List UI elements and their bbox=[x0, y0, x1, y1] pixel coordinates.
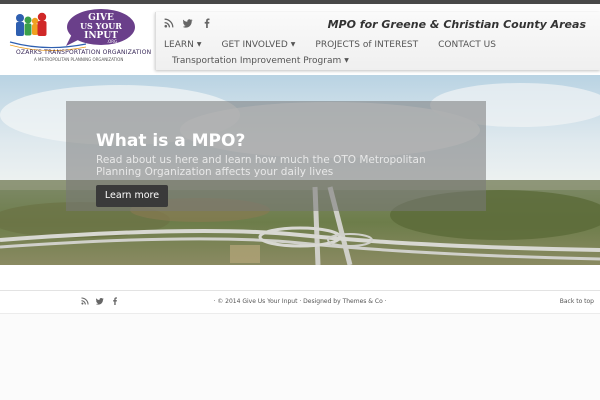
learn-more-button[interactable]: Learn more bbox=[96, 185, 168, 207]
back-to-top-link[interactable]: Back to top bbox=[560, 298, 594, 305]
rss-icon[interactable] bbox=[164, 18, 174, 28]
menu-item-get-involved[interactable]: GET INVOLVED ▼ bbox=[221, 40, 295, 50]
hero-title: What is a MPO? bbox=[96, 131, 246, 151]
logo-org-subtitle: A METROPOLITAN PLANNING ORGANIZATION bbox=[34, 57, 124, 62]
site-tagline: MPO for Greene & Christian County Areas bbox=[327, 18, 586, 31]
chevron-down-icon: ▼ bbox=[344, 57, 349, 64]
hero-description: Read about us here and learn how much th… bbox=[96, 154, 426, 178]
site-header: GIVE US YOUR INPUT .ORG OZARKS TRANSPORT… bbox=[0, 4, 600, 70]
twitter-icon[interactable] bbox=[183, 18, 193, 28]
hero-banner: What is a MPO? Read about us here and le… bbox=[0, 75, 600, 265]
site-logo[interactable]: GIVE US YOUR INPUT .ORG OZARKS TRANSPORT… bbox=[6, 8, 151, 64]
nav-panel: MPO for Greene & Christian County Areas … bbox=[155, 12, 600, 70]
menu-item-transportation-improvement-program[interactable]: Transportation Improvement Program ▼ bbox=[172, 56, 349, 66]
content-spacer bbox=[0, 265, 600, 290]
menu-item-learn[interactable]: LEARN ▼ bbox=[164, 40, 201, 50]
copyright-text: · © 2014 Give Us Your Input · Designed b… bbox=[213, 298, 387, 305]
logo-text-org: .ORG bbox=[107, 39, 117, 44]
menu-item-label: LEARN bbox=[164, 40, 194, 50]
logo-org-name: OZARKS TRANSPORTATION ORGANIZATION bbox=[16, 49, 152, 56]
site-footer: · © 2014 Give Us Your Input · Designed b… bbox=[0, 290, 600, 314]
chevron-down-icon: ▼ bbox=[290, 41, 296, 48]
logo-text-us-your: US YOUR bbox=[80, 21, 122, 31]
chevron-down-icon: ▼ bbox=[196, 41, 202, 48]
header-social-links bbox=[164, 18, 212, 28]
menu-item-label: Transportation Improvement Program bbox=[172, 56, 342, 66]
facebook-icon[interactable] bbox=[202, 18, 212, 28]
menu-item-label: GET INVOLVED bbox=[221, 40, 288, 50]
menu-item-contact-us[interactable]: CONTACT US bbox=[438, 40, 496, 50]
menu-item-label: PROJECTS of INTEREST bbox=[315, 40, 419, 50]
main-menu: LEARN ▼ GET INVOLVED ▼ PROJECTS of INTERES… bbox=[164, 40, 516, 50]
menu-item-projects-of-interest[interactable]: PROJECTS of INTEREST bbox=[315, 40, 418, 50]
page-bottom-area bbox=[0, 314, 600, 400]
menu-item-label: CONTACT US bbox=[438, 40, 496, 50]
